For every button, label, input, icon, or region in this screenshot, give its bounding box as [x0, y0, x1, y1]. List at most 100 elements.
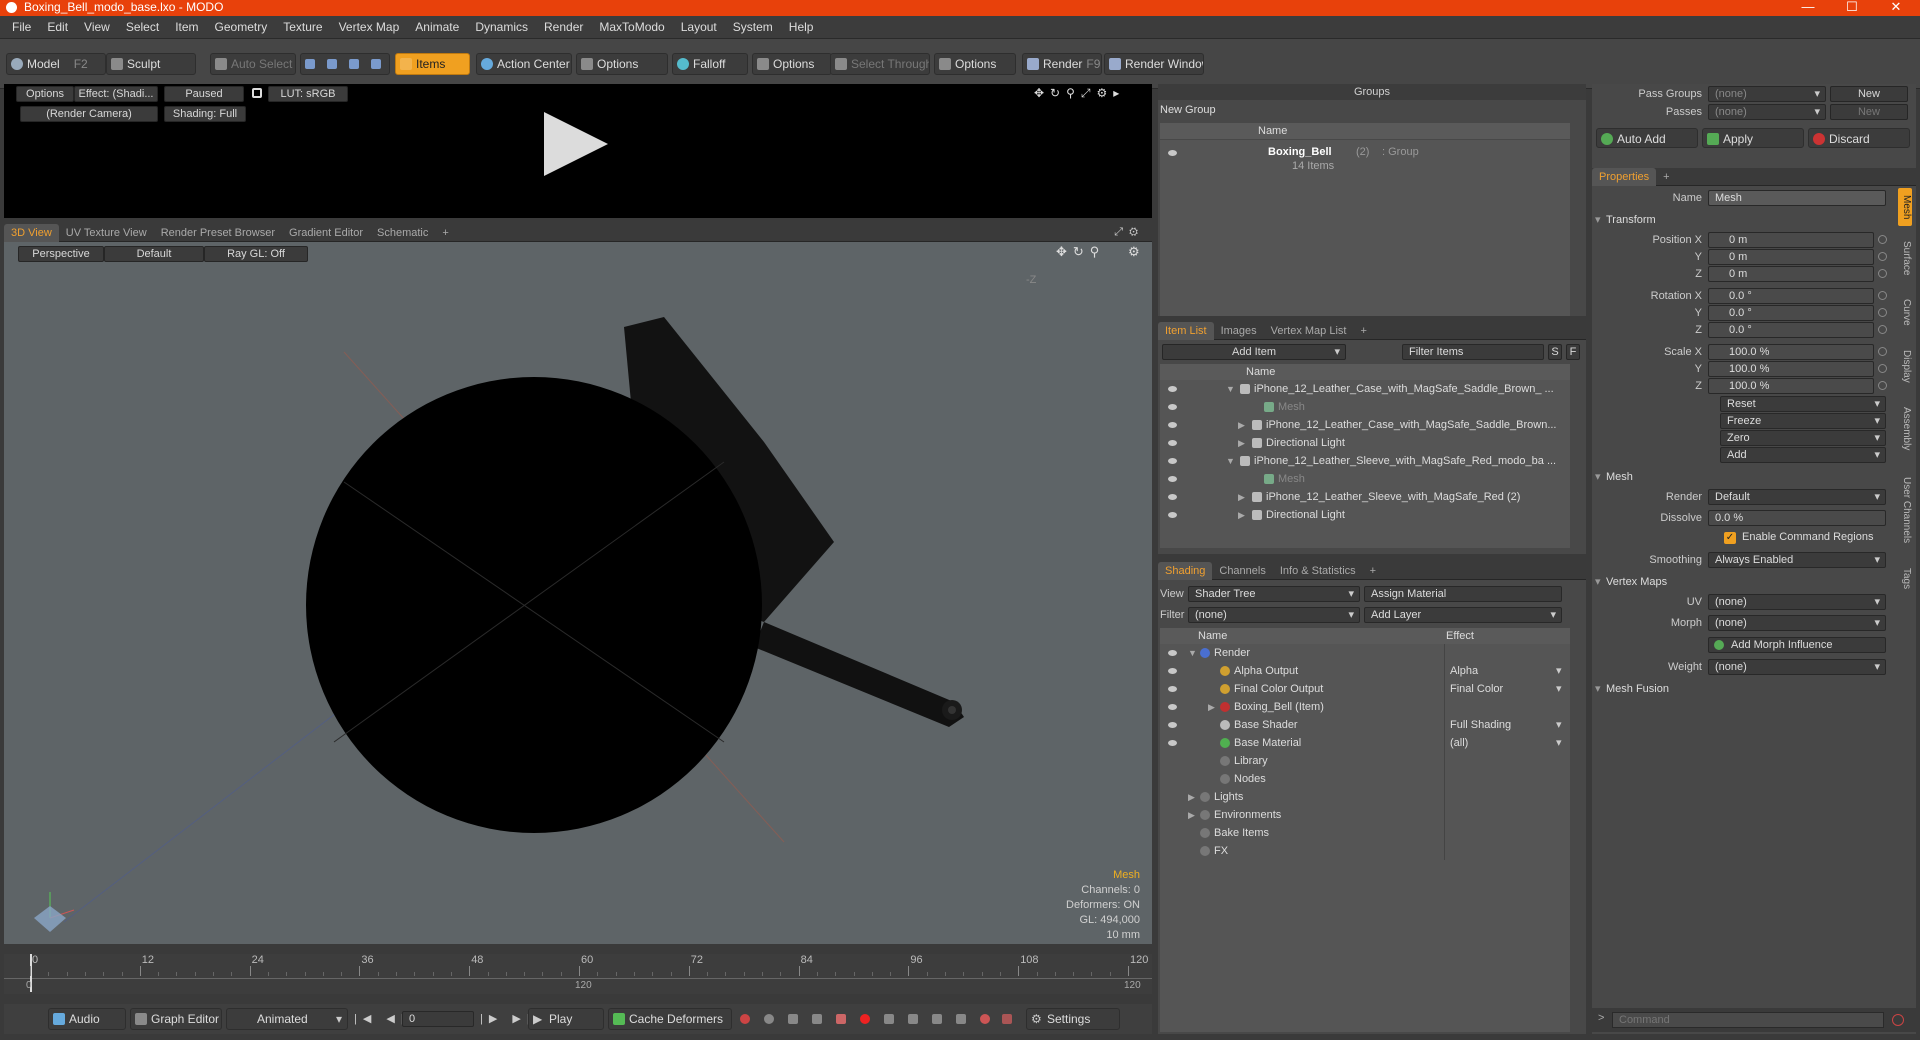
- passes-dropdown[interactable]: (none): [1708, 104, 1826, 120]
- side-tab-mesh[interactable]: Mesh: [1898, 188, 1912, 226]
- key-sel-icon[interactable]: [980, 1014, 990, 1024]
- falloff-options-button[interactable]: Options: [752, 53, 832, 75]
- transform-scale-input[interactable]: 100.0 %: [1708, 361, 1874, 377]
- shader-row[interactable]: FX: [1160, 842, 1570, 860]
- item-row[interactable]: ▶ Directional Light: [1160, 434, 1570, 452]
- shader-layer-name[interactable]: Base Shader: [1234, 716, 1298, 734]
- item-name[interactable]: Mesh: [1278, 398, 1305, 416]
- visibility-eye-icon[interactable]: [1168, 150, 1177, 156]
- item-name[interactable]: Mesh: [1278, 470, 1305, 488]
- model-mode-button[interactable]: Model F2: [6, 53, 106, 75]
- preview-nav-icons[interactable]: ✥↻⚲⤢⚙▸: [1034, 86, 1125, 101]
- prev-key-icon[interactable]: [788, 1014, 798, 1024]
- preview-effect-dropdown[interactable]: Effect: (Shadi...: [74, 86, 158, 102]
- tab-properties[interactable]: Properties: [1592, 168, 1657, 186]
- visibility-eye-icon[interactable]: [1168, 650, 1177, 656]
- group-name[interactable]: Boxing_Bell: [1268, 146, 1332, 158]
- shader-tree[interactable]: ▼ Render Alpha Output Alpha ▾ Final Color Out…: [1160, 644, 1570, 1032]
- material-select-icon[interactable]: [371, 59, 381, 69]
- jump-end-icon[interactable]: [932, 1014, 942, 1024]
- side-tab-assembly[interactable]: Assembly: [1898, 398, 1912, 460]
- visibility-eye-icon[interactable]: [1168, 722, 1177, 728]
- dissolve-input[interactable]: 0.0 %: [1708, 510, 1886, 526]
- side-tab-display[interactable]: Display: [1898, 338, 1912, 394]
- menu-geometry[interactable]: Geometry: [207, 16, 276, 39]
- menu-edit[interactable]: Edit: [39, 16, 76, 39]
- menu-texture[interactable]: Texture: [275, 16, 330, 39]
- channel-key-icon[interactable]: [1878, 325, 1887, 334]
- menu-render[interactable]: Render: [536, 16, 591, 39]
- visibility-eye-icon[interactable]: [1168, 440, 1177, 446]
- menu-item[interactable]: Item: [167, 16, 206, 39]
- side-tab-tags[interactable]: Tags: [1898, 560, 1912, 598]
- reset-dropdown[interactable]: Reset: [1720, 396, 1886, 412]
- graph-key-icon[interactable]: [956, 1014, 966, 1024]
- shader-row[interactable]: Nodes: [1160, 770, 1570, 788]
- enable-command-regions-checkbox[interactable]: ✓: [1724, 532, 1736, 544]
- maximize-button[interactable]: ☐: [1830, 0, 1874, 16]
- expand-arrow-icon[interactable]: ▼: [1188, 644, 1197, 662]
- shading-dropdown[interactable]: Shading: Full: [164, 106, 246, 122]
- shader-tree-dropdown[interactable]: Shader Tree: [1188, 586, 1360, 602]
- preview-paused-button[interactable]: Paused: [164, 86, 244, 102]
- command-expand-icon[interactable]: >: [1598, 1012, 1604, 1024]
- sculpt-mode-button[interactable]: Sculpt: [106, 53, 196, 75]
- channel-key-icon[interactable]: [1878, 291, 1887, 300]
- shader-layer-name[interactable]: Final Color Output: [1234, 680, 1323, 698]
- transform-position-input[interactable]: 0 m: [1708, 249, 1874, 265]
- item-name[interactable]: Directional Light: [1266, 506, 1345, 524]
- tab-render-preset-browser[interactable]: Render Preset Browser: [154, 224, 282, 242]
- tab-shading[interactable]: Shading: [1158, 562, 1213, 580]
- item-row[interactable]: ▶ iPhone_12_Leather_Case_with_MagSafe_Sad…: [1160, 416, 1570, 434]
- transform-rotation-input[interactable]: 0.0 °: [1708, 288, 1874, 304]
- visibility-eye-icon[interactable]: [1168, 740, 1177, 746]
- shader-row[interactable]: Library: [1160, 752, 1570, 770]
- effect-dropdown-icon[interactable]: ▾: [1556, 662, 1562, 680]
- item-row[interactable]: Mesh: [1160, 398, 1570, 416]
- shader-layer-effect[interactable]: (all): [1450, 734, 1468, 752]
- new-pass-group-button[interactable]: New: [1830, 86, 1908, 102]
- tab-schematic[interactable]: Schematic: [370, 224, 435, 242]
- add-tab-button[interactable]: +: [1656, 168, 1676, 186]
- edge-select-icon[interactable]: [327, 59, 337, 69]
- shader-layer-effect[interactable]: Alpha: [1450, 662, 1478, 680]
- transform-rotation-input[interactable]: 0.0 °: [1708, 322, 1874, 338]
- menu-maxtomodo[interactable]: MaxToModo: [591, 16, 672, 39]
- select-through-options-button[interactable]: Options: [934, 53, 1016, 75]
- item-list[interactable]: ▼ iPhone_12_Leather_Case_with_MagSafe_Sad…: [1160, 380, 1570, 548]
- vertex-select-icon[interactable]: [305, 59, 315, 69]
- channel-key-icon[interactable]: [1878, 235, 1887, 244]
- audio-button[interactable]: Audio: [48, 1008, 126, 1030]
- channel-key-icon[interactable]: [1878, 381, 1887, 390]
- uv-dropdown[interactable]: (none): [1708, 594, 1886, 610]
- play-icon[interactable]: [544, 112, 608, 176]
- expand-arrow-icon[interactable]: ▼: [1226, 452, 1235, 470]
- shader-row[interactable]: ▶ Lights: [1160, 788, 1570, 806]
- groups-list[interactable]: Boxing_Bell (2) : Group 14 Items: [1160, 140, 1570, 316]
- shader-layer-effect[interactable]: Full Shading: [1450, 716, 1511, 734]
- menu-layout[interactable]: Layout: [673, 16, 725, 39]
- auto-select-button[interactable]: Auto Select: [210, 53, 296, 75]
- play-button[interactable]: ▶ Play: [528, 1008, 604, 1030]
- visibility-eye-icon[interactable]: [1168, 422, 1177, 428]
- add-tab-button[interactable]: +: [1353, 322, 1373, 340]
- jump-start-icon[interactable]: [908, 1014, 918, 1024]
- expand-arrow-icon[interactable]: ▶: [1208, 698, 1215, 716]
- menu-file[interactable]: File: [0, 16, 39, 39]
- tab-3d-view[interactable]: 3D View: [4, 224, 59, 242]
- menu-dynamics[interactable]: Dynamics: [467, 16, 536, 39]
- shader-layer-name[interactable]: FX: [1214, 842, 1228, 860]
- apply-button[interactable]: Apply: [1702, 128, 1804, 148]
- transform-position-input[interactable]: 0 m: [1708, 232, 1874, 248]
- channel-key-icon[interactable]: [1878, 252, 1887, 261]
- camera-dropdown[interactable]: (Render Camera): [20, 106, 158, 122]
- item-row[interactable]: ▼ iPhone_12_Leather_Case_with_MagSafe_Sad…: [1160, 380, 1570, 398]
- menu-select[interactable]: Select: [118, 16, 167, 39]
- mesh-section[interactable]: Mesh: [1592, 469, 1633, 485]
- render-dropdown[interactable]: Default: [1708, 489, 1886, 505]
- visibility-eye-icon[interactable]: [1168, 458, 1177, 464]
- item-row[interactable]: ▶ iPhone_12_Leather_Sleeve_with_MagSafe_R…: [1160, 488, 1570, 506]
- key-clear-icon[interactable]: [1002, 1014, 1012, 1024]
- shader-layer-name[interactable]: Lights: [1214, 788, 1243, 806]
- menu-vertex-map[interactable]: Vertex Map: [331, 16, 408, 39]
